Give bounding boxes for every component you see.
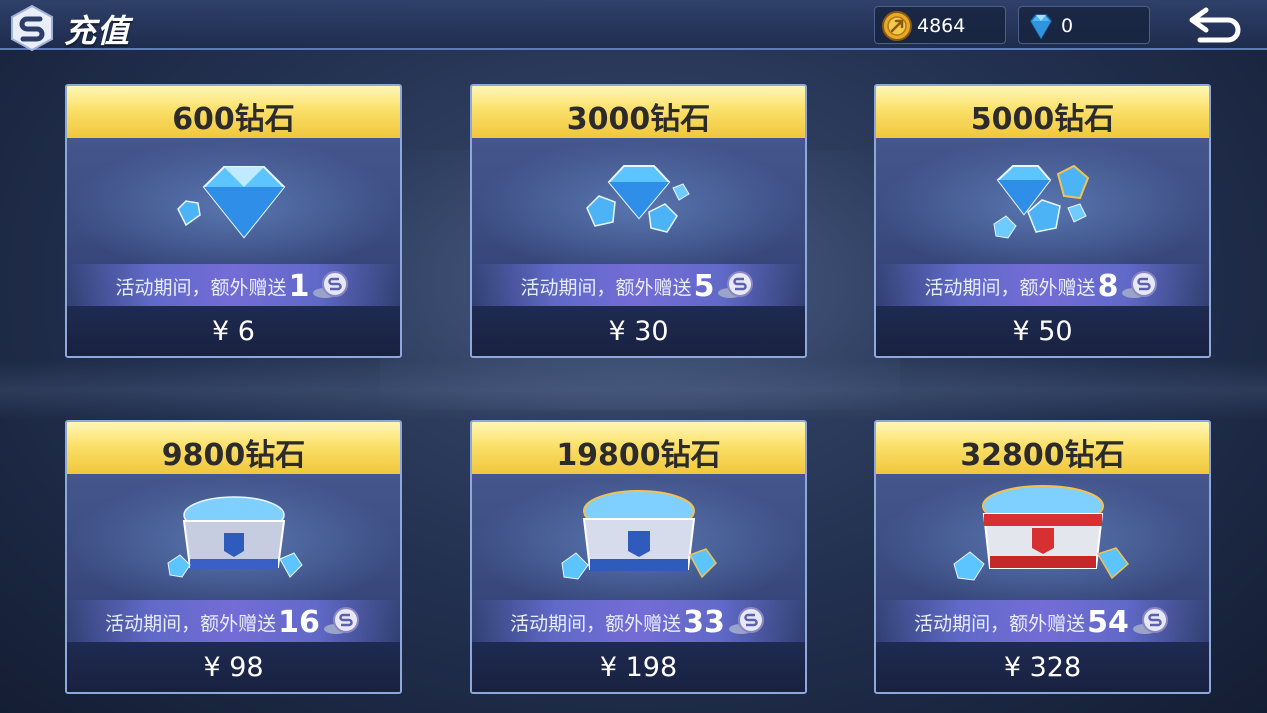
package-art	[472, 140, 805, 264]
promo-text: 活动期间，额外赠送	[105, 612, 277, 635]
bonus-promo: 活动期间，额外赠送 8	[876, 264, 1209, 308]
page-title: 充值	[64, 12, 131, 50]
gem-balance[interactable]: 0	[1018, 6, 1150, 44]
price-button[interactable]: ¥ 6	[67, 306, 400, 356]
bonus-amount: 8	[1097, 268, 1119, 304]
package-art	[876, 476, 1209, 600]
gem-amount: 0	[1061, 15, 1074, 37]
price-label: ¥ 198	[599, 651, 678, 683]
package-title: 3000钻石	[566, 102, 711, 137]
package-title-bar: 3000钻石	[472, 86, 805, 138]
package-title: 32800钻石	[960, 438, 1125, 473]
package-title: 5000钻石	[970, 102, 1115, 137]
diamond-pile-icon	[585, 165, 690, 233]
package-title: 600钻石	[172, 102, 295, 137]
bonus-amount: 5	[693, 268, 715, 304]
diamond-cluster-icon	[992, 164, 1089, 239]
coin-amount: 4864	[917, 15, 966, 37]
price-label: ¥ 6	[212, 315, 255, 347]
diamond-chest-icon	[560, 489, 717, 580]
gold-coin-icon	[882, 11, 912, 41]
package-title-bar: 600钻石	[67, 86, 400, 138]
top-bar: 充值 4864 0	[0, 0, 1267, 52]
bonus-amount: 1	[288, 268, 310, 304]
bonus-promo: 活动期间，额外赠送 33	[472, 600, 805, 644]
price-label: ¥ 50	[1012, 315, 1073, 347]
promo-text: 活动期间，额外赠送	[914, 612, 1086, 635]
s-coin-icon	[718, 271, 754, 298]
bonus-promo: 活动期间，额外赠送 54	[876, 600, 1209, 644]
s-coin-icon	[728, 607, 764, 634]
package-card-19800[interactable]: 19800钻石 活动期间，额外赠送 33 ¥ 198	[470, 420, 807, 694]
bonus-amount: 16	[278, 604, 320, 640]
bonus-promo: 活动期间，额外赠送 1	[67, 264, 400, 308]
price-label: ¥ 98	[203, 651, 264, 683]
bonus-promo: 活动期间，额外赠送 16	[67, 600, 400, 644]
s-coin-icon	[323, 607, 359, 634]
s-coin-icon	[1122, 271, 1158, 298]
package-title-bar: 9800钻石	[67, 422, 400, 474]
promo-text: 活动期间，额外赠送	[520, 276, 692, 299]
bonus-promo: 活动期间，额外赠送 5	[472, 264, 805, 308]
price-button[interactable]: ¥ 30	[472, 306, 805, 356]
package-art	[876, 140, 1209, 264]
package-card-32800[interactable]: 32800钻石 活动期间，额外赠送 54 ¥ 328	[874, 420, 1211, 694]
package-card-9800[interactable]: 9800钻石 活动期间，额外赠送 16 ¥ 98	[65, 420, 402, 694]
bonus-amount: 33	[683, 604, 725, 640]
package-card-600[interactable]: 600钻石 活动期间，额外赠送 1 ¥ 6	[65, 84, 402, 358]
package-title-bar: 5000钻石	[876, 86, 1209, 138]
coin-balance[interactable]: 4864	[874, 6, 1006, 44]
package-art	[472, 476, 805, 600]
back-arrow-icon[interactable]	[1186, 4, 1246, 46]
package-art	[67, 476, 400, 600]
promo-text: 活动期间，额外赠送	[115, 276, 287, 299]
price-button[interactable]: ¥ 198	[472, 642, 805, 692]
price-button[interactable]: ¥ 50	[876, 306, 1209, 356]
package-title-bar: 32800钻石	[876, 422, 1209, 474]
s-coin-icon	[1132, 607, 1168, 634]
diamond-chest-red-icon	[952, 485, 1129, 581]
package-card-3000[interactable]: 3000钻石 活动期间，额外赠送 5 ¥ 30	[470, 84, 807, 358]
diamond-box-icon	[166, 496, 303, 578]
package-art	[67, 140, 400, 264]
price-label: ¥ 30	[608, 315, 669, 347]
s-coin-icon	[313, 271, 349, 298]
price-label: ¥ 328	[1003, 651, 1082, 683]
background-band	[0, 360, 1267, 420]
promo-text: 活动期间，额外赠送	[924, 276, 1096, 299]
bonus-amount: 54	[1087, 604, 1129, 640]
diamond-small-icon	[176, 166, 285, 239]
price-button[interactable]: ¥ 328	[876, 642, 1209, 692]
price-button[interactable]: ¥ 98	[67, 642, 400, 692]
promo-text: 活动期间，额外赠送	[510, 612, 682, 635]
s-logo-icon	[11, 4, 53, 52]
package-card-5000[interactable]: 5000钻石 活动期间，额外赠送 8 ¥ 50	[874, 84, 1211, 358]
package-title-bar: 19800钻石	[472, 422, 805, 474]
package-title: 19800钻石	[556, 438, 721, 473]
diamond-icon	[1030, 14, 1052, 40]
package-title: 9800钻石	[161, 438, 306, 473]
